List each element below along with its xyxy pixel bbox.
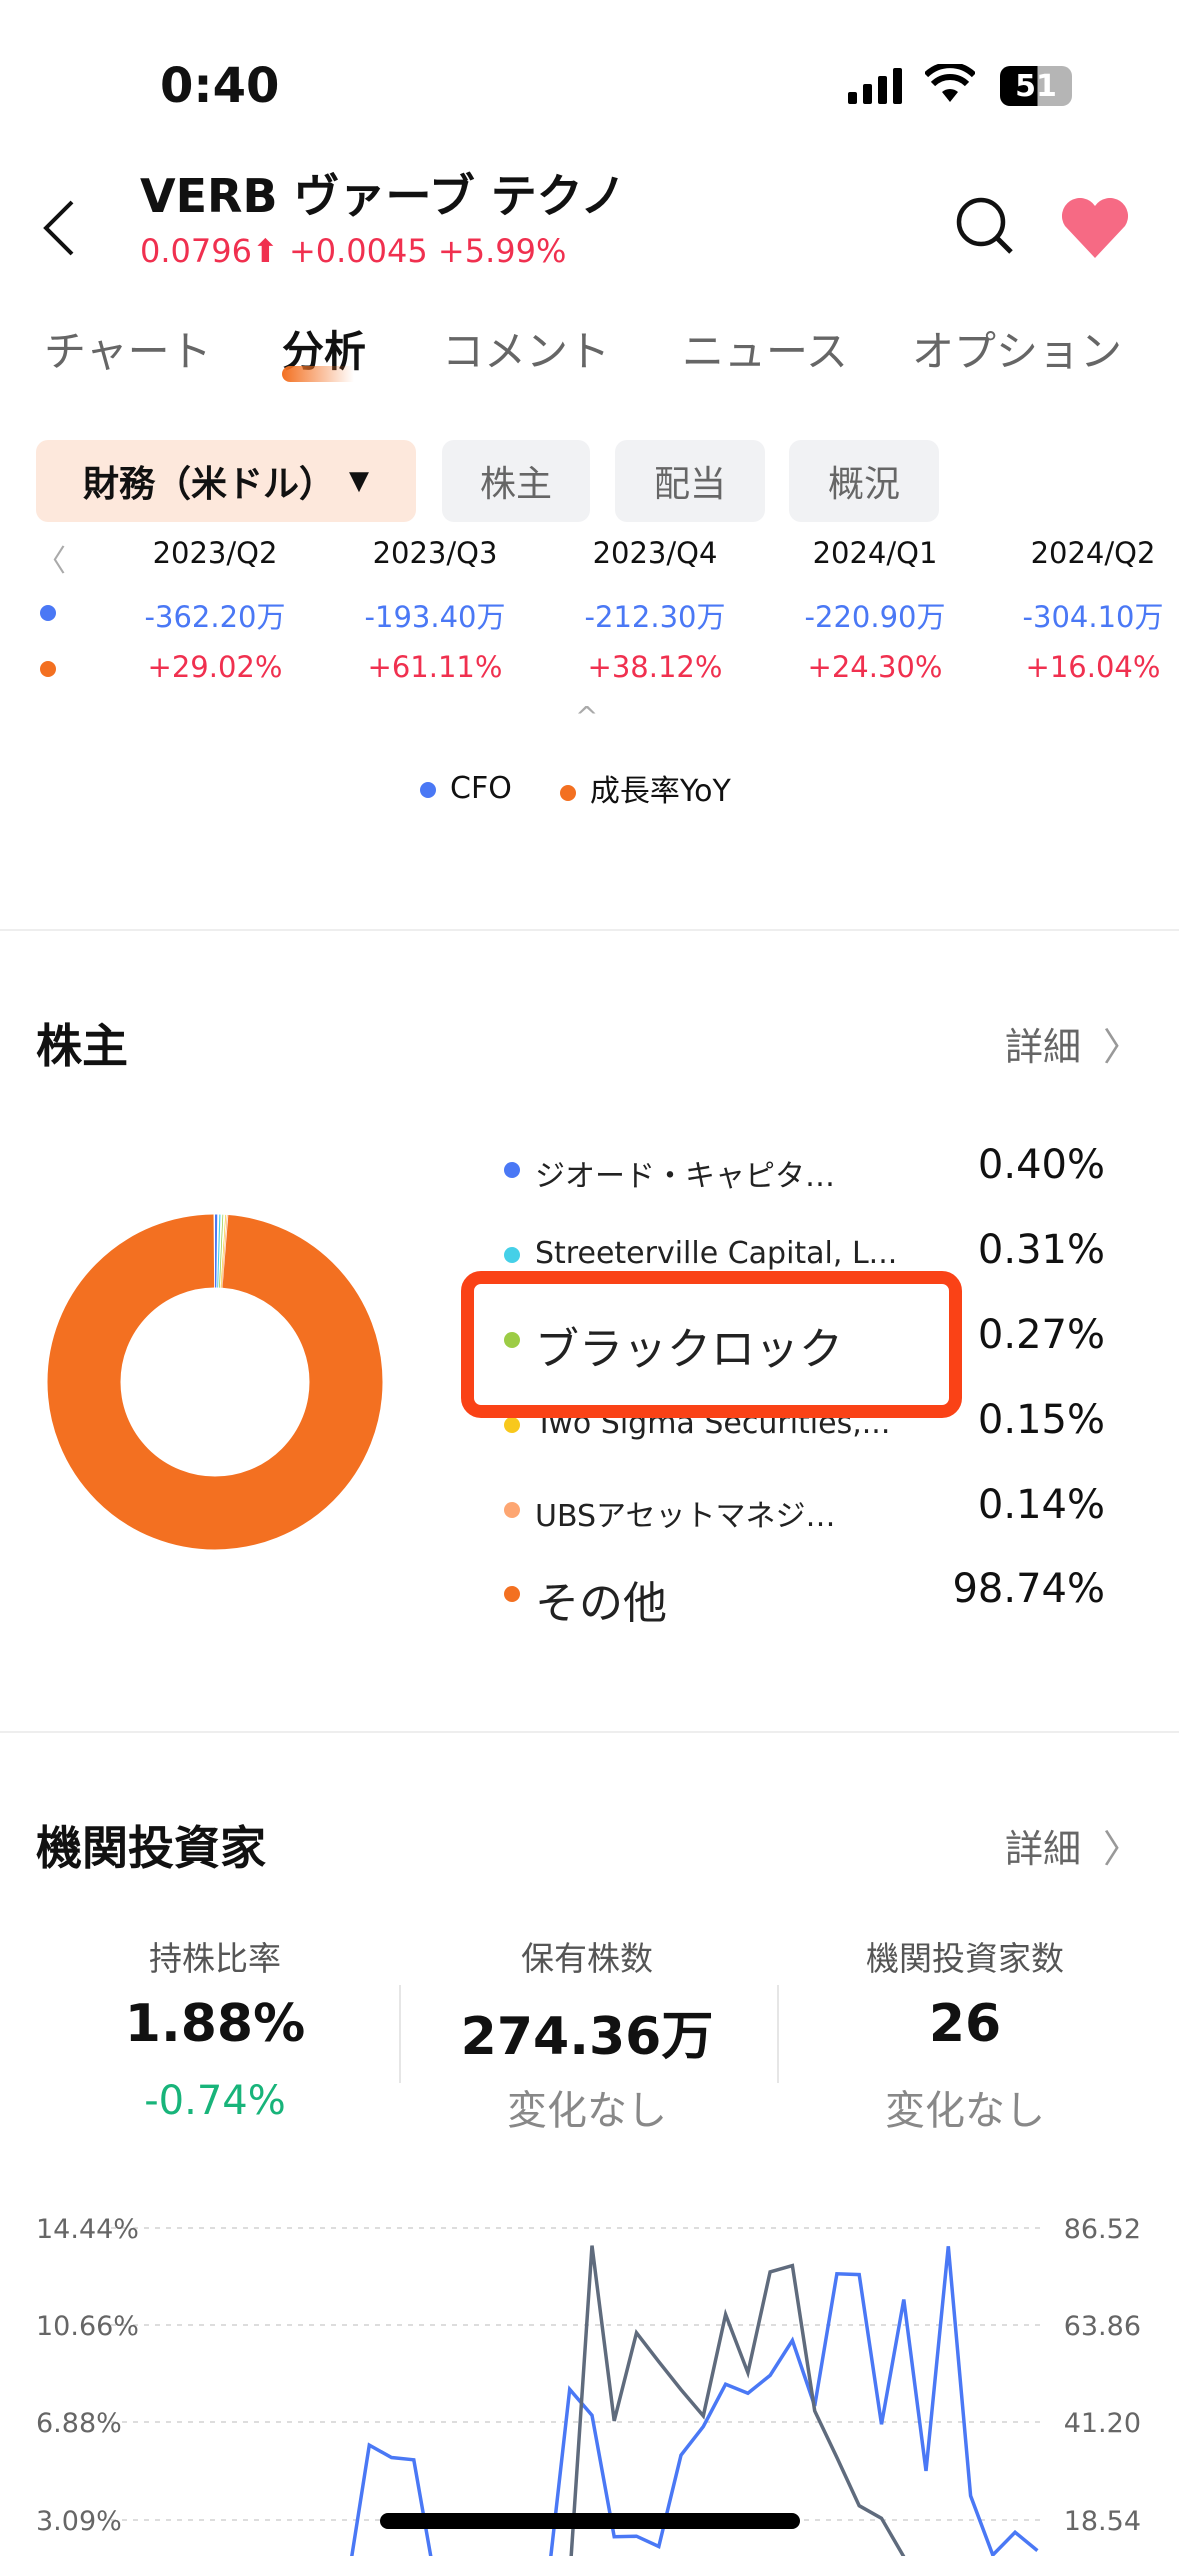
institution-count-line <box>569 2245 906 2556</box>
left-tick-label: 10.66% <box>36 2311 139 2342</box>
right-tick-label: 63.86 <box>1064 2311 1141 2342</box>
left-tick-label: 14.44% <box>36 2214 139 2245</box>
home-indicator <box>380 2513 800 2529</box>
right-tick-label: 86.52 <box>1064 2214 1141 2245</box>
left-tick-label: 6.88% <box>36 2408 122 2439</box>
right-tick-label: 41.20 <box>1064 2408 1141 2439</box>
institution-holding-chart: 14.44% 86.52 10.66% 63.86 6.88% 41.20 3.09% 18.… <box>36 2214 1141 2556</box>
left-tick-label: 3.09% <box>36 2506 122 2537</box>
right-tick-label: 18.54 <box>1064 2506 1141 2537</box>
